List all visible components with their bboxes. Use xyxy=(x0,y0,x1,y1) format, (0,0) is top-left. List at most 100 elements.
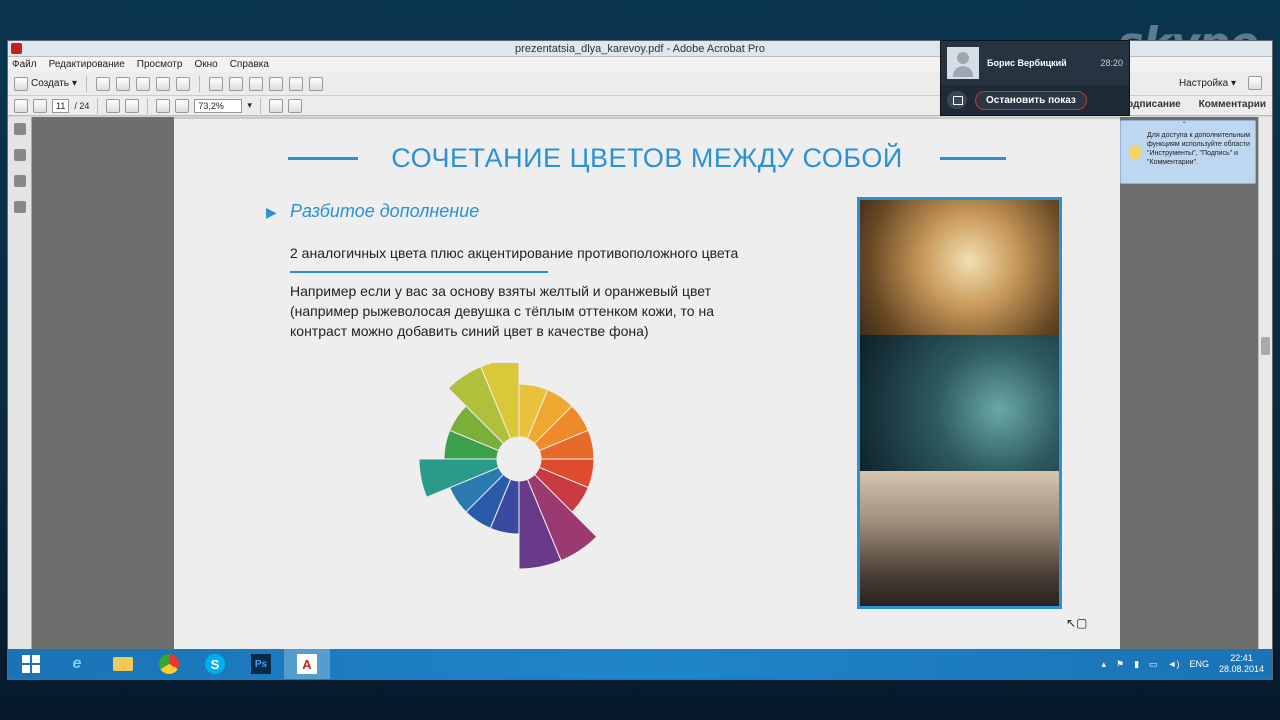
bullet-arrow-icon: ▶ xyxy=(266,204,277,220)
image-golden-woman xyxy=(860,200,1059,336)
color-wheel xyxy=(418,363,598,570)
signatures-icon[interactable] xyxy=(13,201,26,213)
acrobat-task-icon[interactable]: A xyxy=(284,649,330,679)
save-icon[interactable] xyxy=(116,76,131,91)
expand-icon[interactable] xyxy=(1248,76,1262,90)
page-number-input[interactable]: 11 xyxy=(52,98,70,113)
hint-text: Для доступа к дополнительным функциям ис… xyxy=(1147,132,1251,166)
document-area: СОЧЕТАНИЕ ЦВЕТОВ МЕЖДУ СОБОЙ ▶ Разбитое … xyxy=(8,117,1272,649)
fit-width-icon[interactable] xyxy=(268,98,283,113)
stop-share-row: Остановить показ xyxy=(941,85,1129,115)
share-icon[interactable] xyxy=(269,76,284,91)
menu-help[interactable]: Справка xyxy=(230,57,269,72)
shared-screen: prezentatsia_dlya_karevoy.pdf - Adobe Ac… xyxy=(7,40,1273,680)
menu-window[interactable]: Окно xyxy=(194,57,217,72)
select-tool-icon[interactable] xyxy=(106,98,121,113)
highlight-icon[interactable] xyxy=(249,76,264,91)
create-label: Создать xyxy=(31,78,70,89)
bookmarks-icon[interactable] xyxy=(13,149,26,161)
attachments-icon[interactable] xyxy=(13,175,26,187)
print-icon[interactable] xyxy=(136,76,151,91)
network-icon[interactable]: ▭ xyxy=(1149,659,1158,670)
mouse-cursor-icon: ↖▢ xyxy=(1066,616,1088,630)
tab-comments[interactable]: Комментарии xyxy=(1199,99,1266,110)
screen-share-icon[interactable] xyxy=(947,91,967,109)
toolbar-divider xyxy=(86,75,88,92)
menu-view[interactable]: Просмотр xyxy=(137,57,183,72)
zoom-input[interactable]: 73,2% xyxy=(194,98,243,113)
example-images xyxy=(857,197,1062,609)
hand-tool-icon[interactable] xyxy=(125,98,140,113)
zoom-out-icon[interactable] xyxy=(156,98,171,113)
create-button[interactable]: Создать ▾ xyxy=(14,76,78,91)
photoshop-icon[interactable]: Ps xyxy=(238,649,284,679)
language-indicator[interactable]: ENG xyxy=(1189,659,1209,669)
slide-subhead: Разбитое дополнение xyxy=(290,201,480,221)
toolbar-right: Настройка ▾ xyxy=(1179,76,1262,90)
avatar xyxy=(947,47,979,79)
image-street-scene xyxy=(860,470,1059,606)
power-icon[interactable]: ▮ xyxy=(1134,659,1139,670)
collapse-hint-icon[interactable]: ˆ xyxy=(1183,121,1186,130)
toolbar-divider xyxy=(97,97,99,114)
form-icon[interactable] xyxy=(309,76,324,91)
skype-call-panel: Борис Вербицкий 28:20 Остановить показ xyxy=(940,40,1130,116)
window-title: prezentatsia_dlya_karevoy.pdf - Adobe Ac… xyxy=(515,43,765,55)
page-up-icon[interactable] xyxy=(14,98,28,113)
clock-time: 22:41 xyxy=(1230,653,1253,663)
acrobat-hint-tooltip: ˆ Для доступа к дополнительным функциям … xyxy=(1120,120,1256,184)
caller-name: Борис Вербицкий xyxy=(987,58,1067,68)
lightbulb-icon xyxy=(1129,145,1141,159)
gear-icon[interactable] xyxy=(209,76,224,91)
settings-dropdown[interactable]: Настройка ▾ xyxy=(1179,78,1236,89)
edit-icon[interactable] xyxy=(156,76,171,91)
scrollbar-thumb[interactable] xyxy=(1261,337,1270,355)
subhead-underline xyxy=(290,271,548,273)
review-icon[interactable] xyxy=(289,76,304,91)
zoom-dropdown-icon[interactable]: ▾ xyxy=(247,100,252,111)
toolbar-divider xyxy=(259,97,261,114)
vertical-scrollbar[interactable] xyxy=(1258,117,1272,649)
menu-edit[interactable]: Редактирование xyxy=(49,57,125,72)
system-tray: ▴ ⚑ ▮ ▭ ◄) ENG 22:41 28.08.2014 xyxy=(1101,649,1264,679)
wheel-center xyxy=(497,437,541,481)
chevron-down-icon: ▾ xyxy=(72,78,78,89)
email-icon[interactable] xyxy=(176,76,191,91)
call-duration: 28:20 xyxy=(1100,58,1123,68)
skype-task-icon[interactable]: S xyxy=(192,649,238,679)
flag-icon[interactable]: ⚑ xyxy=(1116,659,1124,670)
panel-tabs: Подписание Комментарии xyxy=(1120,99,1266,110)
image-teal-forest xyxy=(860,335,1059,471)
windows-logo-icon xyxy=(22,655,40,673)
volume-icon[interactable]: ◄) xyxy=(1168,659,1180,669)
clock[interactable]: 22:41 28.08.2014 xyxy=(1219,653,1264,675)
toolbar-divider xyxy=(147,97,149,114)
clock-date: 28.08.2014 xyxy=(1218,664,1264,674)
acrobat-icon xyxy=(11,43,22,54)
file-explorer-icon[interactable] xyxy=(100,649,146,679)
pages-icon[interactable] xyxy=(13,123,26,135)
ie-icon[interactable]: e xyxy=(54,649,100,679)
menu-file[interactable]: Файл xyxy=(12,57,37,72)
chrome-icon[interactable] xyxy=(146,649,192,679)
page-total: / 24 xyxy=(74,100,90,111)
zoom-in-icon[interactable] xyxy=(175,98,190,113)
title-rule-right xyxy=(940,157,1006,160)
slide-paragraph: Например если у вас за основу взяты желт… xyxy=(290,283,714,339)
settings-label: Настройка xyxy=(1178,77,1229,89)
doc-gutter-right xyxy=(1120,117,1260,649)
stop-sharing-button[interactable]: Остановить показ xyxy=(975,90,1087,110)
open-folder-icon[interactable] xyxy=(96,76,111,91)
windows-taskbar: e S Ps A ▴ ⚑ ▮ ▭ ◄) ENG 22:41 28.08.2014 xyxy=(8,649,1272,679)
slide-line1: 2 аналогичных цвета плюс акцентирование … xyxy=(290,245,739,261)
toolbar-divider xyxy=(199,75,201,92)
caller-row: Борис Вербицкий 28:20 xyxy=(941,41,1129,85)
navigation-panel xyxy=(8,117,32,649)
fit-page-icon[interactable] xyxy=(287,98,302,113)
comment-icon[interactable] xyxy=(229,76,244,91)
start-button[interactable] xyxy=(8,649,54,679)
pdf-page: СОЧЕТАНИЕ ЦВЕТОВ МЕЖДУ СОБОЙ ▶ Разбитое … xyxy=(174,119,1120,649)
create-icon xyxy=(14,76,28,91)
tray-chevron-icon[interactable]: ▴ xyxy=(1101,659,1106,670)
page-down-icon[interactable] xyxy=(33,98,47,113)
